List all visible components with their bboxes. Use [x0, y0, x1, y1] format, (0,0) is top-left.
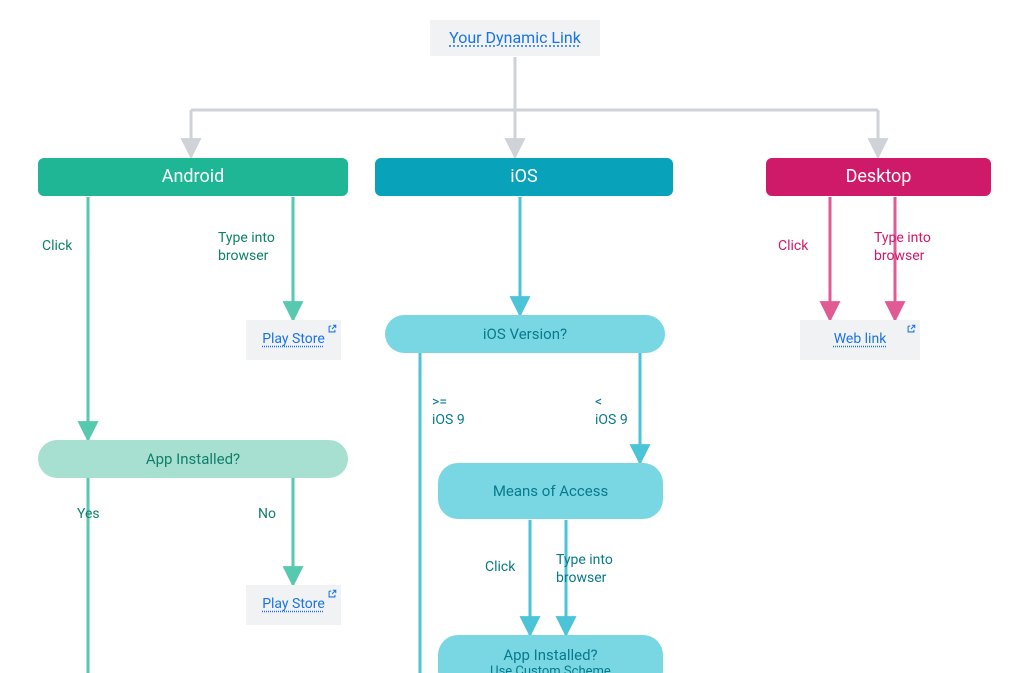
root-node: Your Dynamic Link: [430, 20, 600, 56]
android-edge-no: No: [258, 505, 276, 523]
desktop-web-link-label: Web link: [834, 331, 887, 349]
android-decision-installed-label: App Installed?: [146, 450, 240, 469]
platform-android-label: Android: [162, 166, 225, 189]
desktop-edge-click: Click: [778, 237, 808, 255]
ios-decision-installed-sub: Use Custom Scheme: [490, 664, 611, 673]
platform-ios-label: iOS: [510, 166, 537, 189]
ios-decision-means: Means of Access: [438, 463, 663, 519]
external-link-icon: [327, 589, 337, 599]
ios-decision-version: iOS Version?: [385, 315, 665, 353]
android-play-store-1-label: Play Store: [262, 331, 325, 349]
android-play-store-2[interactable]: Play Store: [246, 585, 341, 625]
android-decision-installed: App Installed?: [38, 440, 348, 478]
ios-edge-click: Click: [485, 558, 515, 576]
ios-decision-installed-title: App Installed?: [503, 646, 597, 665]
platform-ios: iOS: [375, 158, 673, 196]
ios-decision-installed: App Installed? Use Custom Scheme: [438, 635, 663, 673]
ios-edge-type: Type into browser: [556, 551, 613, 587]
root-label: Your Dynamic Link: [449, 28, 581, 48]
platform-desktop-label: Desktop: [846, 166, 912, 189]
external-link-icon: [906, 324, 916, 334]
desktop-web-link[interactable]: Web link: [800, 320, 920, 360]
android-edge-click: Click: [42, 237, 72, 255]
ios-decision-means-label: Means of Access: [493, 482, 608, 501]
ios-edge-ge9: >= iOS 9: [432, 393, 465, 429]
desktop-edge-type: Type into browser: [874, 229, 931, 265]
android-edge-yes: Yes: [77, 505, 100, 523]
external-link-icon: [327, 324, 337, 334]
platform-android: Android: [38, 158, 348, 196]
ios-decision-version-label: iOS Version?: [483, 325, 567, 344]
android-play-store-1[interactable]: Play Store: [246, 320, 341, 360]
android-play-store-2-label: Play Store: [262, 596, 325, 614]
platform-desktop: Desktop: [766, 158, 991, 196]
android-edge-type: Type into browser: [218, 229, 275, 265]
ios-edge-lt9: < iOS 9: [595, 393, 628, 429]
